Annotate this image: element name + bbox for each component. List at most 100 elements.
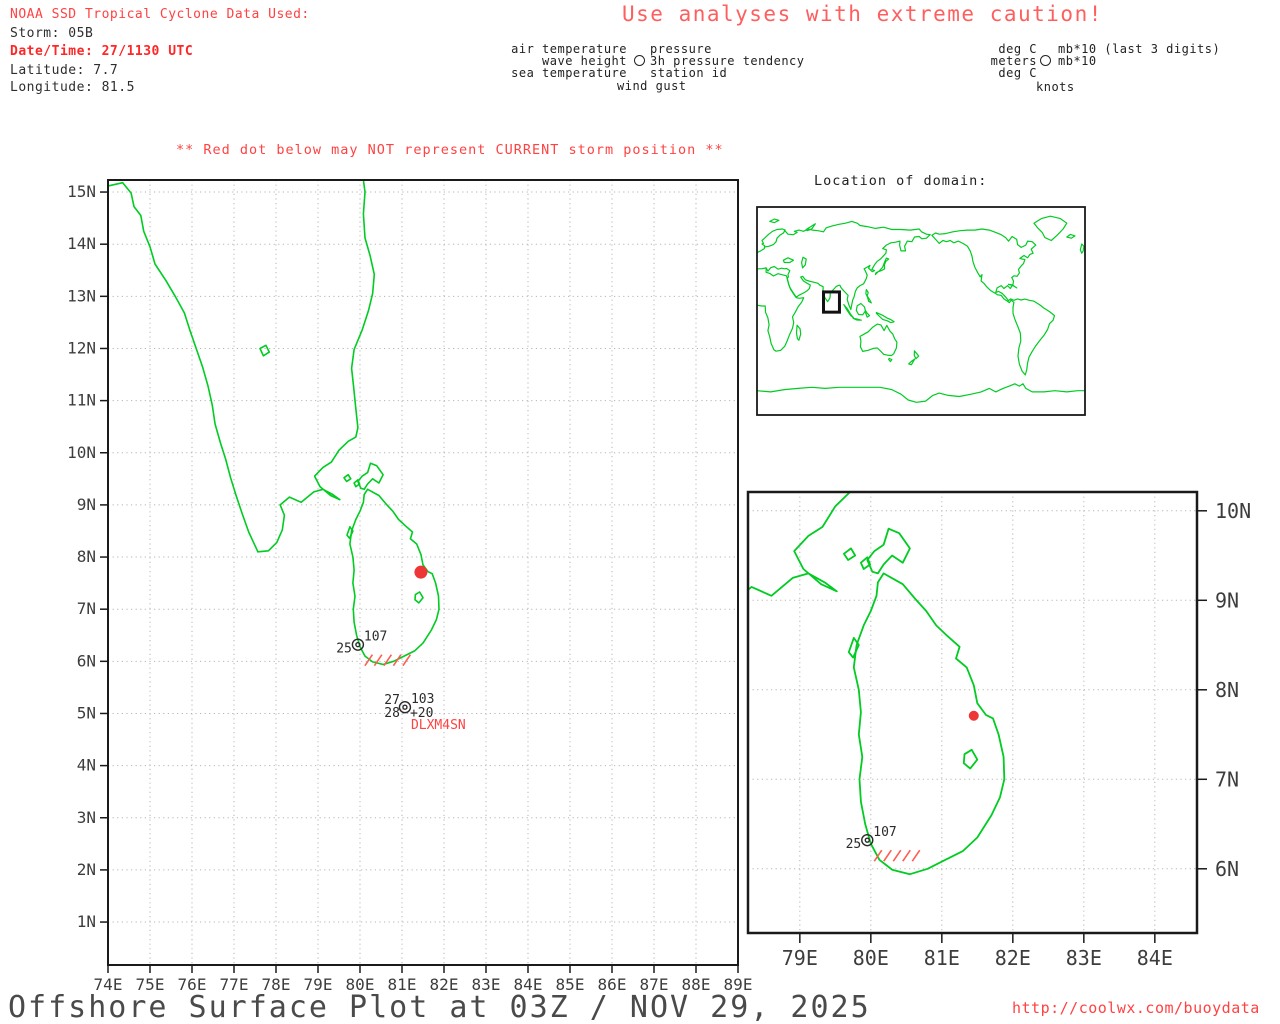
header-storm: Storm: 05B [10,26,94,41]
legend-sea-temperature: sea temperature [511,66,627,80]
y-axis-label: 8N [77,547,96,566]
coastline-w_europe_n [757,228,786,254]
legend-unit-degc-2: deg C [998,66,1037,80]
storm-position-dot [414,565,428,579]
y-axis-label: 12N [67,338,96,357]
coastline-w_java [852,317,862,321]
coastline-w_black_sea [782,257,795,264]
coastline-sl_lagoon_east [962,748,979,770]
main-map-svg: 251072728103+20DLXM4SN74E 75E 76E 77E 78E 79E… [67,179,752,994]
coastline-jaffna_island_b [353,479,361,488]
y-axis-label: 7N [1215,767,1239,791]
y-axis-label: 6N [77,651,96,670]
station-circle-icon [634,55,645,66]
y-axis-label: 1N [77,912,96,931]
x-axis-label: 80E [853,946,889,970]
station-pressure: 107 [364,630,387,645]
y-axis-label: 14N [67,234,96,253]
coastline-w_antarctica [757,383,1085,403]
coastline-w_sulawesi [864,309,871,318]
inset-map-svg: 25 107 79E 80E 81E 82E 83E 84E 10N 9N 8N 7N 6N [746,490,1251,970]
legend-station-id: station id [650,66,728,80]
station-wave-height: 25 [336,642,352,657]
coastline-w_newguinea [875,311,895,324]
legend-unit-mb10: mb*10 [1058,54,1097,68]
station-pressure: 103 [411,692,434,707]
buoy-plot-page: NOAA SSD Tropical Cyclone Data Used: Sto… [0,0,1280,1024]
source-url: http://coolwx.com/buoydata [1012,999,1260,1017]
storm-position-warning: ** Red dot below may NOT represent CURRE… [176,142,724,158]
station-circle-icon [1040,55,1051,66]
coastline-w_americas [931,228,1056,376]
station-pressure: 107 [873,825,896,840]
y-axis-label: 4N [77,756,96,775]
coastline-w_greenland [1033,215,1068,242]
legend-unit-knots: knots [1036,80,1075,94]
coastline-w_philippines [865,288,872,304]
legend-wind-gust: wind gust [617,79,687,93]
coastline-w_caspian [800,256,807,269]
y-axis-label: 15N [67,182,96,201]
world-map-svg [756,206,1086,416]
y-axis-label: 9N [77,495,96,514]
y-axis-label: 7N [77,599,96,618]
header-longitude: Longitude: 81.5 [10,80,135,95]
domain-box [822,290,841,314]
coastline-india_east [257,180,376,553]
coastline-jaffna_island_b [860,556,871,570]
x-axis-label: 81E [924,946,960,970]
station-plot: 2728103+20DLXM4SN [384,692,465,733]
coastline-india_lake [259,344,271,357]
station-wave-height: 25 [846,837,862,852]
hatch-mark-icon [911,849,921,862]
y-axis-label: 11N [67,391,96,410]
coastline-w_nz_south [908,358,916,366]
hatch-mark-icon [883,849,892,862]
hatch-mark-icon [383,654,393,667]
y-axis-label: 9N [1215,588,1239,612]
station-sea-temp: 28 [384,706,400,721]
coastline-sl_lagoon_west [346,525,354,540]
coastline-india_west [108,181,259,553]
station-id: DLXM4SN [411,718,466,733]
coastline-jaffna [357,462,384,491]
y-axis-label: 10N [67,443,96,462]
coastline-w_iceland [1066,233,1076,239]
coastline-w_britain [1079,243,1085,254]
header-datetime: Date/Time: 27/1130 UTC [10,44,194,59]
x-axis-label: 82E [995,946,1031,970]
coastline-w_asia_east [757,234,931,311]
coastline-sl_lagoon_east [414,591,424,604]
storm-position-dot [968,710,979,721]
coastline-w_africa [757,267,805,352]
header-source-line: NOAA SSD Tropical Cyclone Data Used: [10,7,310,22]
y-axis-label: 2N [77,860,96,879]
station-plot: 25 107 [846,825,921,862]
y-axis-label: 10N [1215,499,1251,523]
caution-banner: Use analyses with extreme caution! [622,2,1103,26]
y-axis-label: 5N [77,703,96,722]
plot-title: Offshore Surface Plot at 03Z / NOV 29, 2… [8,990,871,1024]
y-axis-label: 13N [67,286,96,305]
station-plot: 25 107 [336,630,412,667]
y-axis-label: 6N [1215,857,1239,881]
coastline-jaffna_island_a [843,547,857,561]
y-axis-label: 8N [1215,678,1239,702]
x-axis-label: 83E [1066,946,1102,970]
hatch-mark-icon [892,849,902,862]
coastline-w_tasmania [888,357,893,363]
coastline-w_madagascar [795,324,802,341]
coastline-w_australia [859,323,898,357]
coastline-w_sumatra [843,303,855,319]
x-axis-label: 84E [1137,946,1173,970]
coastline-w_arctic_russia [783,220,931,236]
coastline-jaffna [866,527,911,575]
coastline-jaffna_island_a [343,473,352,483]
world-inset-title: Location of domain: [814,173,988,189]
hatch-mark-icon [902,849,911,862]
coastline-w_borneo [855,302,867,316]
y-axis-label: 3N [77,808,96,827]
header-latitude: Latitude: 7.7 [10,63,119,78]
x-axis-label: 79E [782,946,818,970]
coastline-w_svalbard [769,218,780,224]
